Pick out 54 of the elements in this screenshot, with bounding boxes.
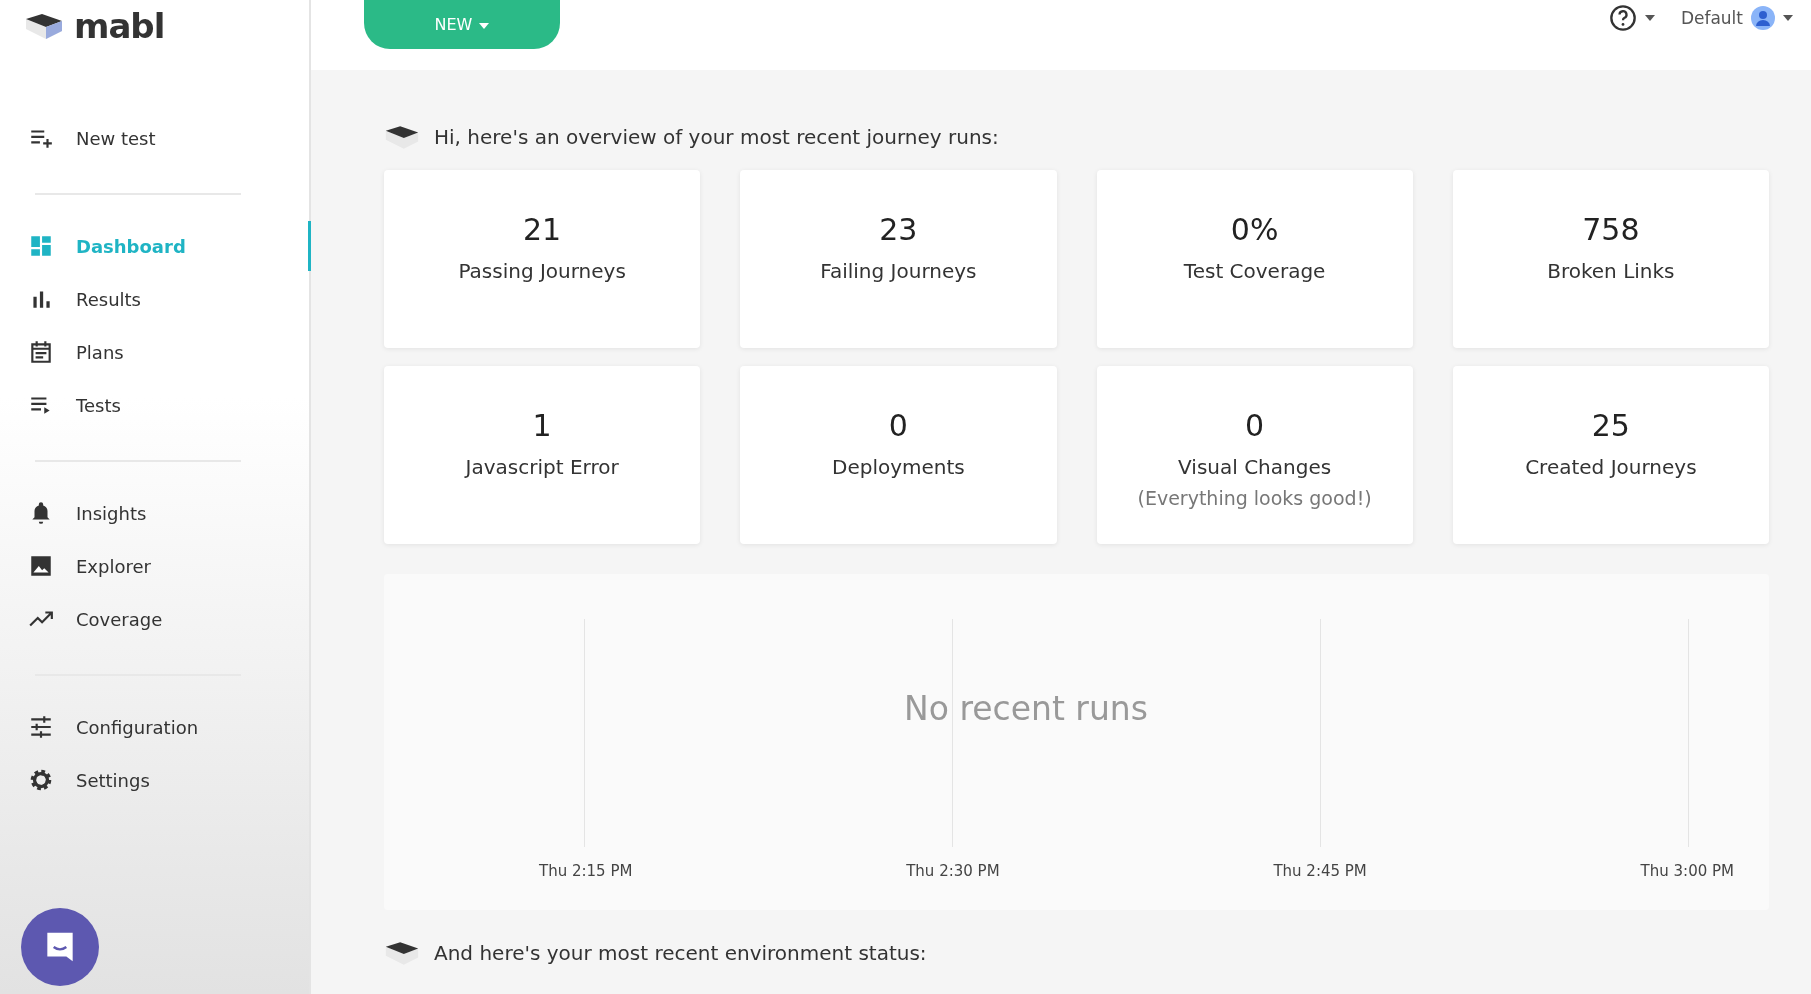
time-axis-label: Thu 2:30 PM [906,862,1000,880]
stat-card[interactable]: 0 Visual Changes (Everything looks good!) [1096,366,1413,544]
stat-value: 1 [532,408,552,443]
empty-chart-message: No recent runs [904,689,1148,728]
stat-card[interactable]: 21 Passing Journeys [384,170,701,348]
stat-label: Broken Links [1547,259,1675,283]
stat-value: 21 [523,212,562,247]
stat-card[interactable]: 25 Created Journeys [1452,366,1769,544]
sidebar-item[interactable]: Results [28,278,309,320]
stat-card[interactable]: 23 Failing Journeys [740,170,1057,348]
stat-note: (Everything looks good!) [1137,487,1372,509]
settings-icon [28,767,54,793]
stat-card[interactable]: 1 Javascript Error [384,366,701,544]
sidebar-item[interactable]: Insights [28,492,309,534]
stat-card[interactable]: 0% Test Coverage [1096,170,1413,348]
caret-icon [479,22,490,29]
dashboard-icon [28,233,54,259]
stat-label: Test Coverage [1183,259,1326,283]
sidebar-item[interactable]: New test [28,117,309,159]
stat-card[interactable]: 758 Broken Links [1452,170,1769,348]
stat-label: Failing Journeys [820,259,977,283]
image-icon [28,553,54,579]
time-axis-label: Thu 3:00 PM [1640,862,1734,880]
stat-label: Passing Journeys [458,259,626,283]
stat-label: Created Journeys [1525,455,1697,479]
time-axis-label: Thu 2:45 PM [1273,862,1367,880]
calendar-icon [28,339,54,365]
workspace-name[interactable]: Default [1680,8,1743,28]
mabl-logo-icon [24,11,64,41]
sidebar-item[interactable]: Explorer [28,545,309,587]
sidebar-item[interactable]: Tests [28,384,309,426]
help-icon[interactable] [1608,4,1637,32]
stat-label: Visual Changes [1178,455,1332,479]
sidebar-item[interactable]: Configuration [28,706,309,748]
time-axis-label: Thu 2:15 PM [539,862,633,880]
stat-value: 25 [1591,408,1630,443]
stat-value: 23 [879,212,918,247]
stat-value: 0% [1230,212,1279,247]
stat-value: 0 [1245,408,1265,443]
logo-text: mabl [74,6,165,46]
stat-card[interactable]: 0 Deployments [740,366,1057,544]
caret-icon[interactable] [1644,15,1655,21]
sidebar-item[interactable]: Coverage [28,598,309,640]
greeting-text: Hi, here's an overview of your most recent journey runs: [434,125,999,149]
stat-label: Deployments [832,455,965,479]
env-status-text: And here's your most recent environment status: [434,941,927,965]
sliders-icon [28,714,54,740]
stat-value: 758 [1582,212,1640,247]
avatar-icon[interactable] [1751,6,1775,30]
sidebar-item[interactable]: Plans [28,331,309,373]
sidebar-item[interactable]: Settings [28,759,309,801]
caret-icon[interactable] [1783,15,1793,21]
stat-value: 0 [888,408,908,443]
stat-label: Javascript Error [465,455,619,479]
